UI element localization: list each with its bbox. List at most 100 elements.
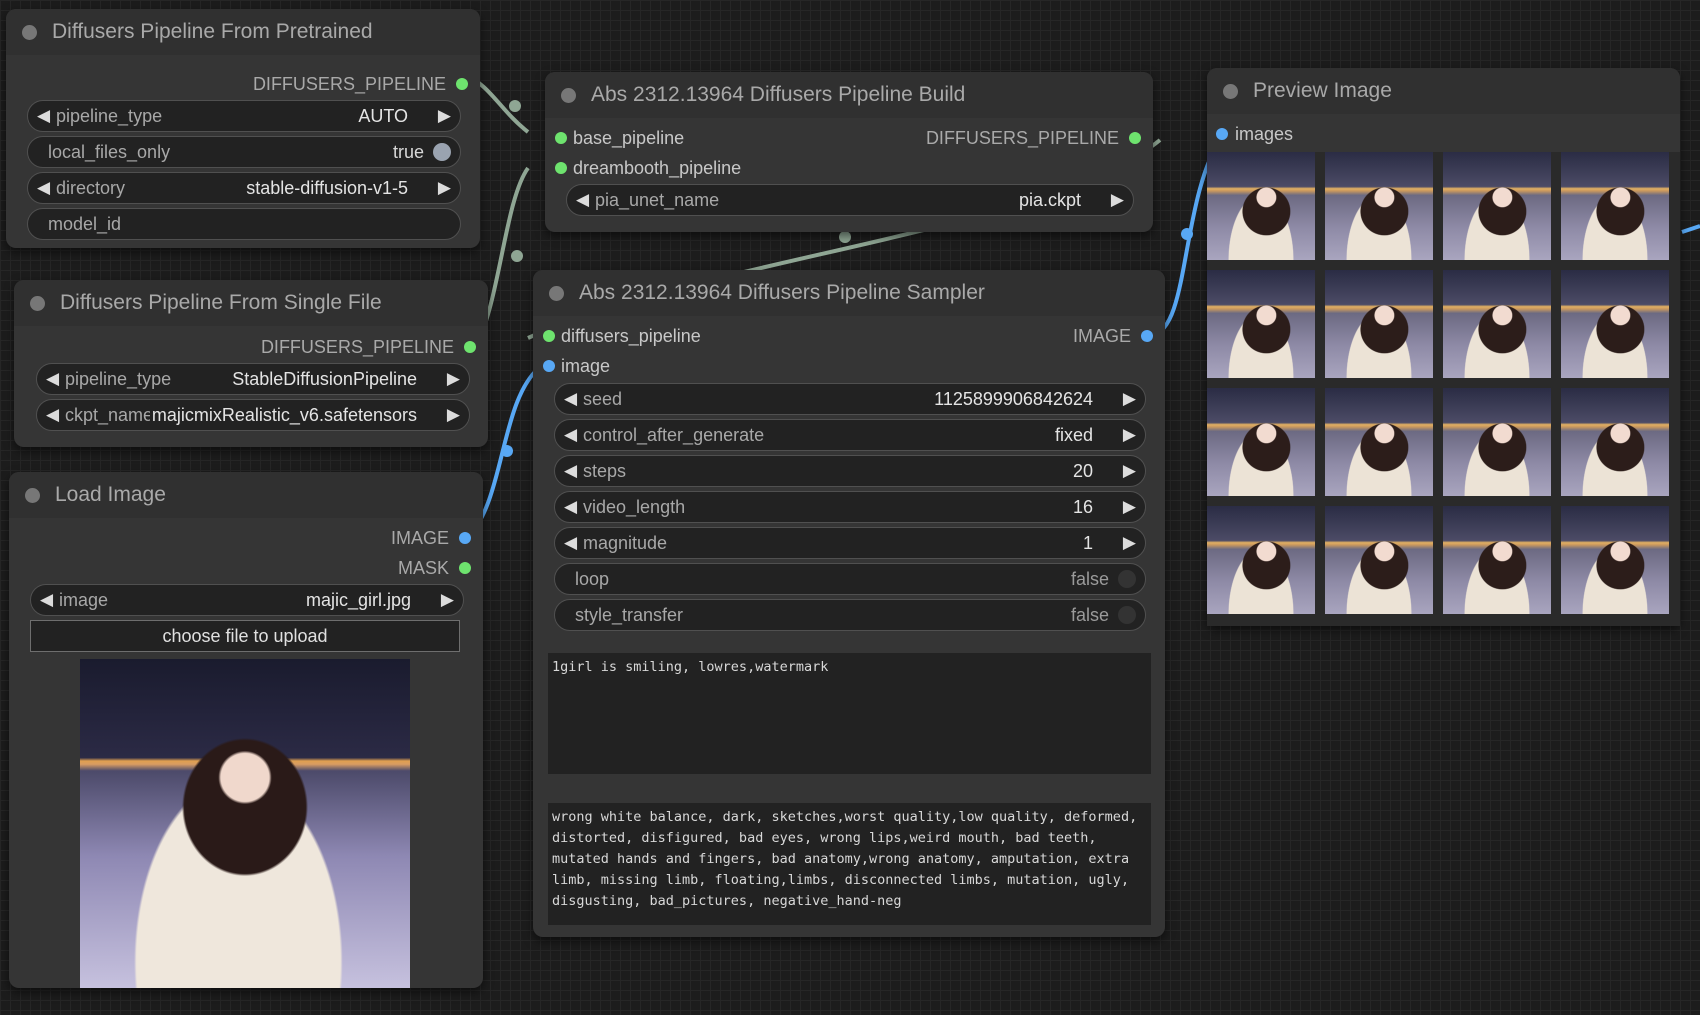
arrow-left-icon[interactable]: ◀	[40, 585, 53, 615]
node-title-bar[interactable]: Abs 2312.13964 Diffusers Pipeline Build	[545, 72, 1153, 118]
arrow-left-icon[interactable]: ◀	[46, 400, 59, 430]
arrow-left-icon[interactable]: ◀	[564, 528, 577, 558]
output-socket-dot[interactable]	[459, 562, 471, 574]
collapse-dot-icon[interactable]	[25, 488, 40, 503]
arrow-left-icon[interactable]: ◀	[37, 101, 50, 131]
combo-ckpt-name[interactable]: ◀ ckpt_name majicmixRealistic_v6.safeten…	[36, 399, 470, 431]
toggle-local-files-only[interactable]: local_files_only true	[27, 136, 461, 168]
node-load-image[interactable]: Load Image IMAGE MASK ◀ image majic_girl…	[9, 472, 483, 988]
output-slot-diffusers-pipeline[interactable]: DIFFUSERS_PIPELINE	[6, 70, 480, 98]
input-socket-dot[interactable]	[543, 360, 555, 372]
widget-label: video_length	[583, 497, 686, 517]
output-slot-diffusers-pipeline[interactable]: DIFFUSERS_PIPELINE	[14, 333, 488, 361]
collapse-dot-icon[interactable]	[561, 88, 576, 103]
arrow-right-icon[interactable]: ▶	[1123, 420, 1136, 450]
node-pipeline-sampler[interactable]: Abs 2312.13964 Diffusers Pipeline Sample…	[533, 270, 1165, 937]
node-title-bar[interactable]: Preview Image	[1207, 68, 1680, 114]
combo-directory[interactable]: ◀ directory stable-diffusion-v1-5 ▶	[27, 172, 461, 204]
widget-value: majicmixRealistic_v6.safetensors	[149, 400, 417, 430]
widget-label: ckpt_name	[65, 405, 154, 425]
preview-frame	[1207, 270, 1315, 378]
output-slot-mask[interactable]: MASK	[9, 554, 483, 582]
arrow-left-icon[interactable]: ◀	[564, 456, 577, 486]
collapse-dot-icon[interactable]	[30, 296, 45, 311]
combo-pipeline-type[interactable]: ◀ pipeline_type StableDiffusionPipeline …	[36, 363, 470, 395]
collapse-dot-icon[interactable]	[22, 25, 37, 40]
input-slot-images[interactable]: images	[1207, 120, 1680, 148]
input-socket-dot[interactable]	[543, 330, 555, 342]
output-socket-dot[interactable]	[1129, 132, 1141, 144]
arrow-left-icon[interactable]: ◀	[564, 420, 577, 450]
choose-file-button[interactable]: choose file to upload	[30, 620, 460, 652]
toggle-knob-off-icon[interactable]	[1118, 570, 1136, 588]
toggle-style-transfer[interactable]: style_transfer false	[554, 599, 1146, 631]
arrow-right-icon[interactable]: ▶	[441, 585, 454, 615]
negative-prompt-textarea[interactable]: wrong white balance, dark, sketches,wors…	[548, 803, 1151, 925]
output-socket-dot[interactable]	[456, 78, 468, 90]
widget-value: 1	[1082, 533, 1093, 553]
arrow-right-icon[interactable]: ▶	[1111, 185, 1124, 215]
arrow-right-icon[interactable]: ▶	[1123, 384, 1136, 414]
preview-frame	[1443, 388, 1551, 496]
preview-frame	[1561, 388, 1669, 496]
collapse-dot-icon[interactable]	[1223, 84, 1238, 99]
preview-image-grid[interactable]	[1207, 152, 1680, 626]
preview-frame	[1207, 506, 1315, 614]
collapse-dot-icon[interactable]	[549, 286, 564, 301]
input-slot-dreambooth-pipeline[interactable]: dreambooth_pipeline	[545, 154, 1153, 182]
arrow-left-icon[interactable]: ◀	[576, 185, 589, 215]
input-slot-image[interactable]: image	[533, 352, 1165, 380]
positive-prompt-textarea[interactable]: 1girl is smiling, lowres,watermark	[548, 653, 1151, 774]
node-preview-image[interactable]: Preview Image images	[1207, 68, 1680, 626]
toggle-loop[interactable]: loop false	[554, 563, 1146, 595]
input-slot-base-pipeline[interactable]: base_pipeline DIFFUSERS_PIPELINE	[545, 124, 1153, 152]
output-socket-dot[interactable]	[1141, 330, 1153, 342]
number-magnitude[interactable]: ◀ magnitude 1 ▶	[554, 527, 1146, 559]
number-video-length[interactable]: ◀ video_length 16 ▶	[554, 491, 1146, 523]
arrow-right-icon[interactable]: ▶	[1123, 456, 1136, 486]
output-label: MASK	[397, 558, 449, 578]
arrow-left-icon[interactable]: ◀	[564, 384, 577, 414]
node-diffusers-pipeline-from-pretrained[interactable]: Diffusers Pipeline From Pretrained DIFFU…	[6, 9, 480, 248]
node-diffusers-pipeline-from-single-file[interactable]: Diffusers Pipeline From Single File DIFF…	[14, 280, 488, 447]
number-steps[interactable]: ◀ steps 20 ▶	[554, 455, 1146, 487]
combo-pia-unet-name[interactable]: ◀ pia_unet_name pia.ckpt ▶	[566, 184, 1134, 216]
preview-frame	[1443, 270, 1551, 378]
node-pipeline-build[interactable]: Abs 2312.13964 Diffusers Pipeline Build …	[545, 72, 1153, 232]
arrow-right-icon[interactable]: ▶	[1123, 528, 1136, 558]
number-seed[interactable]: ◀ seed 1125899906842624 ▶	[554, 383, 1146, 415]
arrow-right-icon[interactable]: ▶	[447, 364, 460, 394]
arrow-left-icon[interactable]: ◀	[46, 364, 59, 394]
input-socket-dot[interactable]	[555, 162, 567, 174]
arrow-right-icon[interactable]: ▶	[1123, 492, 1136, 522]
widget-label: model_id	[48, 214, 122, 234]
widget-label: local_files_only	[48, 142, 171, 162]
widget-value: 1125899906842624	[934, 389, 1093, 409]
widget-label: directory	[56, 178, 126, 198]
arrow-right-icon[interactable]: ▶	[438, 173, 451, 203]
preview-frame	[1561, 506, 1669, 614]
text-model-id[interactable]: model_id	[27, 208, 461, 240]
arrow-left-icon[interactable]: ◀	[564, 492, 577, 522]
output-slot-image[interactable]: IMAGE	[9, 524, 483, 552]
output-socket-dot[interactable]	[464, 341, 476, 353]
preview-frame	[1325, 152, 1433, 260]
combo-pipeline-type[interactable]: ◀ pipeline_type AUTO ▶	[27, 100, 461, 132]
toggle-knob-on-icon[interactable]	[433, 143, 451, 161]
node-title-bar[interactable]: Diffusers Pipeline From Pretrained	[6, 9, 480, 55]
combo-image[interactable]: ◀ image majic_girl.jpg ▶	[30, 584, 464, 616]
input-socket-dot[interactable]	[1216, 128, 1228, 140]
node-title-bar[interactable]: Abs 2312.13964 Diffusers Pipeline Sample…	[533, 270, 1165, 316]
input-socket-dot[interactable]	[555, 132, 567, 144]
arrow-left-icon[interactable]: ◀	[37, 173, 50, 203]
arrow-right-icon[interactable]: ▶	[447, 400, 460, 430]
widget-value: false	[1070, 605, 1109, 625]
input-slot-diffusers-pipeline[interactable]: diffusers_pipeline IMAGE	[533, 322, 1165, 350]
widget-label: seed	[583, 389, 623, 409]
combo-control-after-generate[interactable]: ◀ control_after_generate fixed ▶	[554, 419, 1146, 451]
node-title-bar[interactable]: Load Image	[9, 472, 483, 518]
arrow-right-icon[interactable]: ▶	[438, 101, 451, 131]
output-socket-dot[interactable]	[459, 532, 471, 544]
toggle-knob-off-icon[interactable]	[1118, 606, 1136, 624]
node-title-bar[interactable]: Diffusers Pipeline From Single File	[14, 280, 488, 326]
